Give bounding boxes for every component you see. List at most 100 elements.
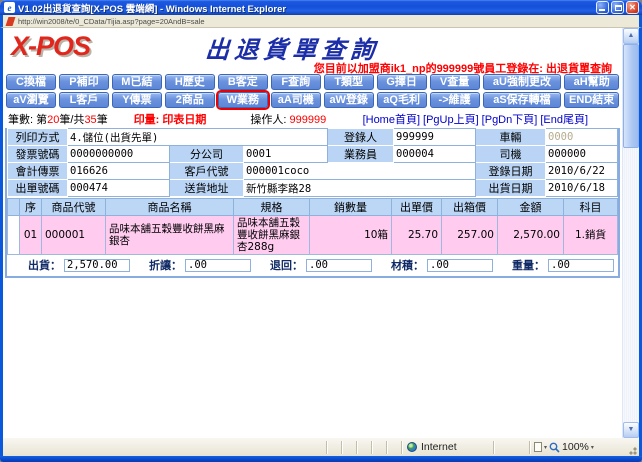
order-no-field[interactable]: 000474 [68, 180, 170, 197]
button-voucher[interactable]: Y傳票 [112, 92, 162, 108]
header-unit-price: 出單價 [392, 199, 442, 216]
record-total: 35 [84, 114, 96, 126]
button-maintain[interactable]: ->維護 [430, 92, 480, 108]
nav-pgup-link[interactable]: [PgUp上頁] [423, 111, 479, 127]
title-bar[interactable]: e V1.02出退貨查詢[X-POS 雲端網] - Windows Intern… [0, 0, 642, 15]
button-check-qty[interactable]: V查量 [430, 74, 480, 90]
reg-date-label: 登錄日期 [476, 163, 546, 180]
statusbar-gap [493, 441, 529, 454]
vertical-scrollbar[interactable]: ▲ ▼ [622, 28, 639, 438]
customer-field[interactable]: 000001coco [244, 163, 476, 180]
voucher-field[interactable]: 016626 [68, 163, 170, 180]
totals-row: 出貨：2,570.00 折讓：.00 退回：.00 材積：.00 重量：.00 [7, 255, 618, 275]
button-help[interactable]: aH幫助 [564, 74, 619, 90]
header-code: 商品代號 [42, 199, 106, 216]
total-ship-field[interactable]: 2,570.00 [64, 259, 130, 272]
close-button[interactable]: ✕ [626, 1, 639, 14]
salesman-label: 業務員 [328, 146, 394, 163]
item-row[interactable]: 01 000001 品味本舖五穀豐收餅黑麻銀杏 品味本舖五穀豐收餅黑麻銀杏288… [8, 216, 618, 255]
total-return-field[interactable]: .00 [306, 259, 372, 272]
zoom-control[interactable]: ▾ 100% ▾ [529, 441, 625, 454]
items-table: 序 商品代號 商品名稱 規格 銷數量 出單價 出箱價 金額 科目 01 0000… [7, 198, 618, 255]
button-type[interactable]: T類型 [324, 74, 374, 90]
page-content: X-POS 出退貨單查詢 您目前以加盟商ik1_np的999999號員工登錄在:… [3, 28, 622, 438]
invoice-field[interactable]: 0000000000 [68, 146, 170, 163]
button-change-file[interactable]: C換檔 [6, 74, 56, 90]
header-spec: 規格 [234, 199, 310, 216]
total-volume-field[interactable]: .00 [427, 259, 493, 272]
items-header-row: 序 商品代號 商品名稱 規格 銷數量 出單價 出箱價 金額 科目 [8, 199, 618, 216]
browser-window: e V1.02出退貨查詢[X-POS 雲端網] - Windows Intern… [0, 0, 642, 462]
address-bar: http://win2008/te/0_CData/Tijia.asp?page… [0, 15, 642, 28]
nav-end-link[interactable]: [End尾頁] [540, 111, 588, 127]
total-ship-label: 出貨： [9, 257, 64, 273]
total-weight-field[interactable]: .00 [548, 259, 614, 272]
total-discount-field[interactable]: .00 [185, 259, 251, 272]
button-customer-order[interactable]: B客定 [218, 74, 268, 90]
dropdown-arrow-icon: ▾ [544, 444, 547, 451]
button-closed[interactable]: M已結 [112, 74, 162, 90]
minimize-button[interactable] [596, 1, 609, 14]
button-reprint[interactable]: P補印 [59, 74, 109, 90]
scroll-track[interactable] [623, 148, 639, 422]
registrant-label: 登錄人 [328, 129, 394, 146]
statusbar-segment [386, 441, 401, 454]
order-no-label: 出單號碼 [8, 180, 68, 197]
button-save-archive[interactable]: aS保存轉檔 [483, 92, 562, 108]
zone-label: Internet [421, 441, 457, 453]
reg-date-field[interactable]: 2010/6/22 [546, 163, 618, 180]
header-amount: 金額 [498, 199, 564, 216]
dropdown-arrow-icon: ▾ [591, 444, 594, 451]
button-customer[interactable]: L客戶 [59, 92, 109, 108]
operator: 操作人: 999999 [250, 111, 326, 127]
statusbar-segment [326, 441, 341, 454]
print-method-field[interactable]: 4.儲位(出貨先單) [68, 129, 328, 146]
header-account: 科目 [564, 199, 618, 216]
button-force-modify[interactable]: aU強制更改 [483, 74, 562, 90]
button-browse[interactable]: aV瀏覽 [6, 92, 56, 108]
salesman-field[interactable]: 000004 [394, 146, 476, 163]
branch-field[interactable]: 0001 [244, 146, 328, 163]
registrant-field[interactable]: 999999 [394, 129, 476, 146]
header-seq: 序 [20, 199, 42, 216]
button-driver[interactable]: aA司機 [271, 92, 321, 108]
security-zone: Internet [401, 441, 493, 454]
browser-viewport: X-POS 出退貨單查詢 您目前以加盟商ik1_np的999999號員工登錄在:… [0, 28, 642, 438]
toolbar-row-2: aV瀏覽 L客戶 Y傳票 2商品 W業務 aA司機 aW登錄 aQ毛利 ->維護… [3, 91, 622, 109]
scroll-down-button[interactable]: ▼ [623, 422, 639, 438]
scroll-thumb[interactable] [623, 44, 639, 148]
button-end[interactable]: END結束 [564, 92, 619, 108]
ship-date-label: 出貨日期 [476, 180, 546, 197]
operator-id: 999999 [290, 114, 327, 126]
maximize-button[interactable] [611, 1, 624, 14]
button-gross-profit[interactable]: aQ毛利 [377, 92, 427, 108]
page-title: 出退貨單查詢 [3, 30, 583, 65]
print-info: 印量: 印表日期 [134, 111, 207, 127]
button-register[interactable]: aW登錄 [324, 92, 374, 108]
print-method-label: 列印方式 [8, 129, 68, 146]
header-box-price: 出箱價 [442, 199, 498, 216]
button-salesman-active[interactable]: W業務 [218, 92, 268, 108]
page-mode-icon [534, 442, 542, 452]
ie-icon-glyph: e [8, 3, 12, 13]
address-url[interactable]: http://win2008/te/0_CData/Tijia.asp?page… [18, 17, 205, 26]
button-query[interactable]: F查詢 [271, 74, 321, 90]
total-discount: 折讓：.00 [130, 257, 251, 273]
scroll-up-button[interactable]: ▲ [623, 28, 639, 44]
statusbar-segment [341, 441, 356, 454]
nav-home-link[interactable]: [Home首頁] [363, 111, 420, 127]
total-discount-label: 折讓： [130, 257, 185, 273]
vehicle-field[interactable]: 0000 [546, 129, 618, 146]
nav-pgdn-link[interactable]: [PgDn下頁] [482, 111, 538, 127]
magnifier-icon [549, 442, 560, 453]
page-flash-icon [6, 17, 16, 26]
address-field[interactable]: 新竹縣李路28 [244, 180, 476, 197]
driver-field[interactable]: 000000 [546, 146, 618, 163]
button-history[interactable]: H歷史 [165, 74, 215, 90]
order-form: 列印方式 4.儲位(出貨先單) 登錄人 999999 車輛 0000 發票號碼 … [7, 128, 618, 197]
ship-date-field[interactable]: 2010/6/18 [546, 180, 618, 197]
header-qty: 銷數量 [310, 199, 392, 216]
button-pick-date[interactable]: G擇日 [377, 74, 427, 90]
button-product[interactable]: 2商品 [165, 92, 215, 108]
resize-grip[interactable] [625, 442, 639, 456]
